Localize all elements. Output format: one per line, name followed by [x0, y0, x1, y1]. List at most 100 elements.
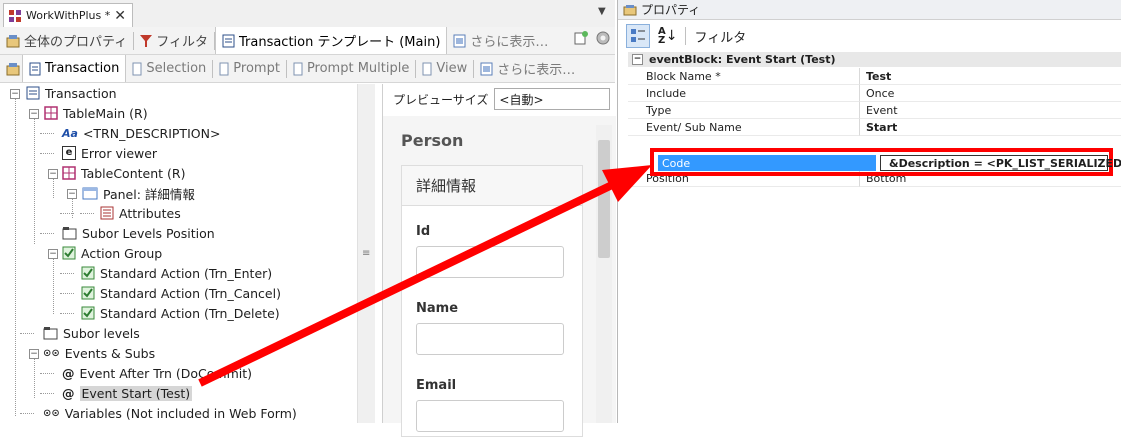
properties-title-bar: プロパティ	[618, 0, 1121, 20]
tree-node-label: Event Start (Test)	[79, 385, 193, 401]
more-icon	[480, 62, 493, 75]
close-icon[interactable]: ✕	[114, 8, 126, 24]
property-row-block-name[interactable]: Block Name * Test	[628, 68, 1121, 85]
tree-node-tablecontent[interactable]: TableContent (R)	[62, 164, 185, 182]
properties-icon	[623, 4, 637, 15]
properties-filter-button[interactable]: フィルタ	[690, 24, 750, 48]
id-field[interactable]	[416, 246, 564, 278]
error-viewer-icon: e	[62, 146, 76, 160]
tree-node-subor-levels-position[interactable]: Subor Levels Position	[62, 224, 215, 242]
events-icon: ⊙⊙	[43, 347, 60, 359]
prompt-multiple-icon	[293, 62, 303, 75]
preview-scroll-thumb[interactable]	[598, 140, 610, 258]
sort-arrow-icon: ↓	[665, 28, 678, 44]
property-row-event-sub-name[interactable]: Event/ Sub Name Start	[628, 119, 1121, 136]
collapse-toggle[interactable]: −	[48, 249, 58, 259]
field-label-id: Id	[416, 224, 431, 239]
tree-node-event-after-trn[interactable]: @ Event After Trn (DoCommit)	[62, 364, 252, 382]
collapse-icon[interactable]: −	[632, 54, 643, 65]
tree-node-event-start[interactable]: @ Event Start (Test)	[62, 384, 193, 402]
sort-az-icon: AZ	[658, 26, 666, 46]
transaction-icon	[29, 62, 41, 75]
document-tab[interactable]: WorkWithPlus * ✕	[3, 3, 133, 27]
property-value[interactable]: Start	[860, 119, 1121, 136]
tab-view[interactable]: View	[416, 55, 473, 82]
action-group-icon	[62, 246, 76, 260]
collapse-toggle[interactable]: −	[48, 169, 58, 179]
tree-node-action-group[interactable]: Action Group	[62, 244, 162, 262]
preview-size-select[interactable]: <自動>	[494, 88, 611, 110]
tab-view-label: View	[436, 61, 468, 76]
tree-node-panel[interactable]: Panel: 詳細情報	[82, 184, 195, 202]
subor-levels-icon	[62, 227, 77, 240]
tree-node-action-cancel[interactable]: Standard Action (Trn_Cancel)	[81, 284, 281, 302]
properties-window: プロパティ A Z ↓ フィルタ − eventBlock: Event Start…	[617, 0, 1121, 423]
tree-node-action-enter[interactable]: Standard Action (Trn_Enter)	[81, 264, 272, 282]
template-icon	[222, 34, 235, 47]
event-icon: @	[62, 385, 75, 401]
tree-node-attributes[interactable]: Attributes	[100, 204, 181, 222]
code-value-editor[interactable]: &Description = <PK_LIST_SERIALIZED>	[880, 155, 1121, 171]
tab-menu-arrow-icon[interactable]: ▼	[598, 6, 606, 17]
document-tab-bar: WorkWithPlus * ✕ ▼	[0, 0, 615, 28]
property-row-type[interactable]: Type Event	[628, 102, 1121, 119]
properties-filter-label: フィルタ	[694, 30, 747, 46]
categorized-button[interactable]	[626, 24, 650, 48]
collapse-toggle[interactable]: −	[29, 109, 39, 119]
property-name: Include	[628, 85, 860, 102]
preview-size-label: プレビューサイズ	[393, 92, 489, 107]
field-label-email: Email	[416, 378, 457, 393]
property-row-code[interactable]: Code &Description = <PK_LIST_SERIALIZED>	[650, 148, 1121, 176]
tree-node-action-delete[interactable]: Standard Action (Trn_Delete)	[81, 304, 280, 322]
tree-node-trn-description[interactable]: Aa <TRN_DESCRIPTION>	[62, 124, 220, 142]
tree-node-variables[interactable]: ⊙⊙ Variables (Not included in Web Form)	[43, 404, 297, 422]
collapse-toggle[interactable]: −	[67, 189, 77, 199]
property-name: Block Name *	[628, 68, 860, 85]
event-icon: @	[62, 365, 75, 381]
categorized-icon	[631, 29, 645, 42]
tree-node-transaction[interactable]: Transaction	[26, 84, 117, 102]
collapse-toggle[interactable]: −	[29, 349, 39, 359]
tree-node-label: Action Group	[81, 245, 163, 261]
filter-label: フィルタ	[156, 35, 208, 50]
collapse-toggle[interactable]: −	[10, 89, 20, 99]
email-field[interactable]	[416, 400, 564, 432]
tab-prompt[interactable]: Prompt	[213, 55, 286, 82]
tree-node-subor-levels[interactable]: Subor levels	[43, 324, 140, 342]
property-value[interactable]: Test	[860, 68, 1121, 85]
property-value[interactable]: Once	[860, 85, 1121, 102]
more-tabs-button[interactable]: さらに表示…	[447, 27, 554, 54]
property-category[interactable]: − eventBlock: Event Start (Test)	[628, 52, 1121, 67]
sort-alphabetical-button[interactable]: A Z ↓	[654, 24, 681, 48]
tree-node-tablemain[interactable]: TableMain (R)	[44, 104, 148, 122]
document-window: WorkWithPlus * ✕ ▼ 全体のプロパティ フィルタ Transac…	[0, 0, 616, 437]
tab-transaction[interactable]: Transaction	[22, 55, 127, 82]
tree-node-error-viewer[interactable]: e Error viewer	[62, 144, 157, 162]
tab-transaction-label: Transaction	[45, 61, 120, 76]
tab-prompt-multiple[interactable]: Prompt Multiple	[287, 55, 415, 82]
selection-icon	[132, 62, 142, 75]
property-value[interactable]: Event	[860, 102, 1121, 119]
more-instance-tabs-label: さらに表示…	[497, 63, 576, 78]
instance-properties-button[interactable]	[0, 55, 22, 82]
tree-node-label: Attributes	[119, 205, 181, 221]
preview-card: 詳細情報 Id Name Email	[401, 165, 583, 437]
more-instance-tabs-button[interactable]: さらに表示…	[474, 55, 581, 82]
name-field[interactable]	[416, 323, 564, 355]
properties-icon	[6, 34, 20, 47]
filter-icon	[140, 34, 153, 47]
tab-selection[interactable]: Selection	[126, 55, 212, 82]
attributes-icon	[100, 206, 114, 220]
property-name-selected: Code	[658, 155, 876, 171]
splitter-grip-icon[interactable]: ≡	[362, 248, 370, 259]
global-properties-button[interactable]: 全体のプロパティ	[0, 27, 133, 54]
tree-node-events-subs[interactable]: ⊙⊙ Events & Subs	[43, 344, 155, 362]
new-item-icon[interactable]	[573, 30, 589, 46]
tab-transaction-template[interactable]: Transaction テンプレート (Main)	[214, 27, 448, 54]
property-row-include[interactable]: Include Once	[628, 85, 1121, 102]
filter-button[interactable]: フィルタ	[134, 27, 214, 54]
preview-pane: プレビューサイズ <自動> Person 詳細情報 Id Name Email	[382, 84, 616, 437]
preview-card-header: 詳細情報	[402, 166, 582, 206]
gear-icon[interactable]	[595, 30, 611, 46]
view-icon	[422, 62, 432, 75]
